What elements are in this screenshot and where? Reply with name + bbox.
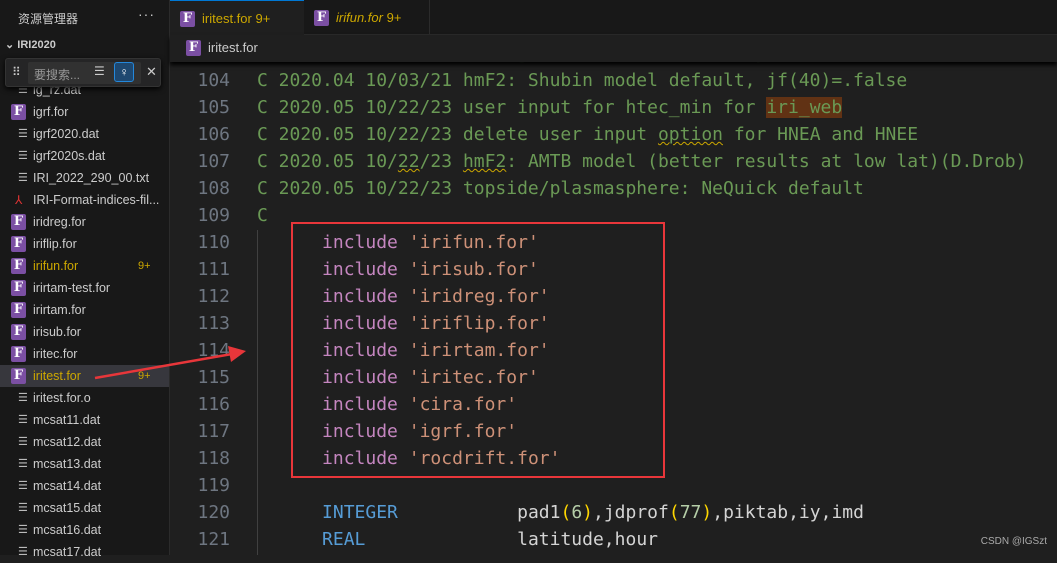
- annotation-arrow: [94, 346, 246, 380]
